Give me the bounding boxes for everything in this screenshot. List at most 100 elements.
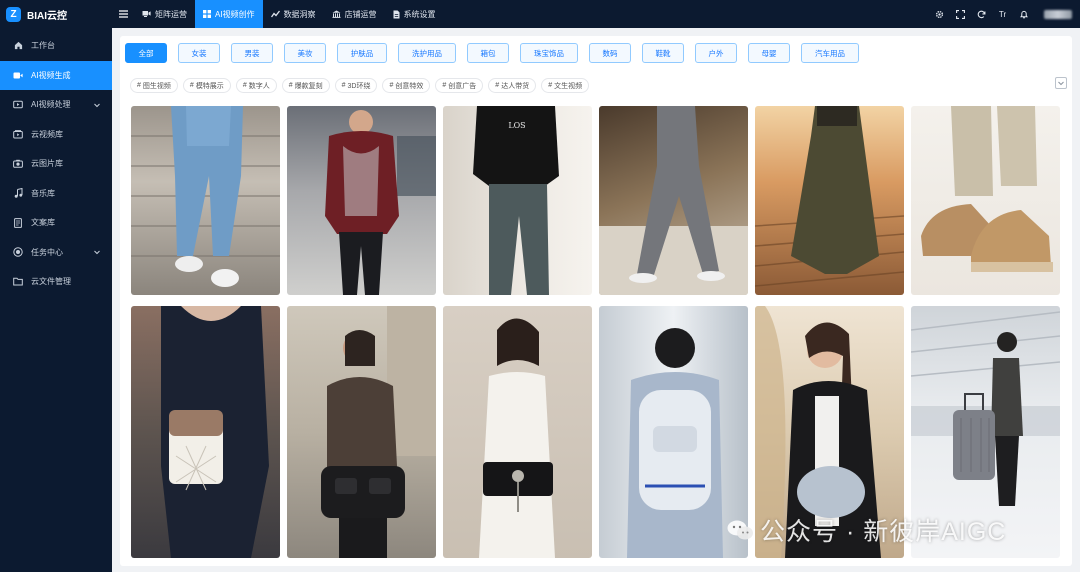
sidebar-item-cloud-file-management[interactable]: 云文件管理 <box>0 267 112 297</box>
category-chip[interactable]: 箱包 <box>467 43 509 63</box>
tab-matrix-operation[interactable]: 矩阵运营 <box>134 0 195 28</box>
category-chip[interactable]: 汽车用品 <box>801 43 859 63</box>
category-chip[interactable]: 女装 <box>178 43 220 63</box>
sidebar-item-label: 音乐库 <box>31 188 55 198</box>
sidebar-item-label: AI视频生成 <box>31 70 71 80</box>
fullscreen-icon[interactable] <box>950 0 971 28</box>
target-icon <box>13 247 23 257</box>
template-thumbnail <box>755 106 904 287</box>
trend-icon <box>270 10 280 18</box>
category-chip[interactable]: 护肤品 <box>337 43 387 63</box>
sidebar-item-label: 工作台 <box>31 41 55 51</box>
tab-system-settings[interactable]: 系统设置 <box>385 0 444 28</box>
template-thumbnail <box>161 306 269 558</box>
category-chip[interactable]: 母婴 <box>748 43 790 63</box>
sidebar-item-task-center[interactable]: 任务中心 <box>0 238 112 268</box>
tab-ai-video-creation[interactable]: AI视频创作 <box>195 0 263 28</box>
tag-chip[interactable]: # 文生视频 <box>541 78 590 93</box>
template-card-jeans-stairs[interactable] <box>131 106 280 295</box>
template-thumbnail <box>479 318 555 558</box>
tag-chip[interactable]: # 模特展示 <box>182 78 231 93</box>
tab-label: 店铺运营 <box>344 9 377 19</box>
template-thumbnail <box>131 106 280 287</box>
template-card-beige-sneakers[interactable] <box>911 106 1060 295</box>
chevron-down-icon <box>1058 81 1064 86</box>
template-card-quilted-handbag[interactable] <box>131 306 280 558</box>
category-chip-all[interactable]: 全部 <box>125 43 167 63</box>
tag-filter: # 图生视频 # 模特展示 # 数字人 # 爆款复刻 #3D环绕 # 创意特效 # 创意广告… <box>130 78 590 93</box>
chevron-down-icon <box>94 250 100 255</box>
template-thumbnail <box>325 110 436 295</box>
sidebar-item-label: AI视频处理 <box>31 100 71 110</box>
watermark-text: 公众号 · 新彼岸AIGC <box>760 518 1007 546</box>
tab-label: AI视频创作 <box>215 9 255 19</box>
tag-chip[interactable]: # 图生视频 <box>130 78 178 93</box>
sidebar-item-cloud-image-library[interactable]: 云图片库 <box>0 149 112 179</box>
sidebar-item-workbench[interactable]: 工作台 <box>0 31 112 61</box>
category-chip[interactable]: 珠宝饰品 <box>520 43 578 63</box>
template-card-white-dress-clutch[interactable] <box>443 306 592 558</box>
template-card-black-shoulder-bag[interactable] <box>287 306 436 558</box>
category-chip[interactable]: 男装 <box>231 43 273 63</box>
brand-logo[interactable]: Z BIAI云控 <box>0 0 112 28</box>
tag-chip[interactable]: # 数字人 <box>235 78 277 93</box>
category-chip[interactable]: 数码 <box>589 43 631 63</box>
category-filter: 全部 女装 男装 美妆 护肤品 洗护用品 箱包 珠宝饰品 数码 鞋靴 户外 母婴… <box>125 43 859 63</box>
tab-label: 矩阵运营 <box>155 9 187 19</box>
template-thumbnail <box>321 306 436 558</box>
tab-data-insight[interactable]: 数据洞察 <box>263 0 324 28</box>
user-avatar[interactable] <box>1044 9 1072 19</box>
video-library-icon <box>13 129 23 139</box>
brand-logo-icon: Z <box>6 6 21 22</box>
template-thumbnail <box>599 106 748 295</box>
tag-chip[interactable]: # 达人带货 <box>488 78 537 93</box>
gear-icon[interactable] <box>929 0 950 28</box>
category-chip[interactable]: 鞋靴 <box>642 43 684 63</box>
category-chip[interactable]: 洗护用品 <box>398 43 456 63</box>
settings-file-icon <box>393 10 400 18</box>
store-icon <box>332 10 341 18</box>
template-card-patterned-shirt[interactable] <box>287 106 436 295</box>
wechat-icon <box>727 520 753 540</box>
template-card-grey-trousers[interactable] <box>599 106 748 295</box>
camera-icon <box>13 159 23 169</box>
sidebar-item-label: 任务中心 <box>31 247 63 257</box>
template-card-graphic-tee[interactable]: LOS <box>443 106 592 295</box>
template-card-boardwalk-skirt[interactable] <box>755 106 904 295</box>
document-icon <box>13 217 23 228</box>
menu-toggle-icon[interactable] <box>112 0 134 28</box>
category-chip[interactable]: 美妆 <box>284 43 326 63</box>
sidebar-item-ai-video-process[interactable]: AI视频处理 <box>0 90 112 120</box>
template-thumbnail <box>921 106 1053 272</box>
sidebar-item-copywriting-library[interactable]: 文案库 <box>0 208 112 238</box>
tag-chip[interactable]: # 创意广告 <box>435 78 484 93</box>
tab-store-operation[interactable]: 店铺运营 <box>324 0 385 28</box>
sidebar-item-label: 云文件管理 <box>31 277 71 287</box>
sidebar-item-music-library[interactable]: 音乐库 <box>0 179 112 209</box>
tag-chip[interactable]: # 爆款复刻 <box>281 78 330 93</box>
sidebar-item-ai-video-generate[interactable]: AI视频生成 <box>0 60 112 90</box>
home-icon <box>13 41 23 51</box>
sidebar-item-label: 云视频库 <box>31 129 63 139</box>
tag-chip[interactable]: # 创意特效 <box>382 78 431 93</box>
music-note-icon <box>13 188 23 198</box>
font-size-icon[interactable]: Tr <box>992 0 1013 28</box>
template-thumbnail: LOS <box>473 106 559 295</box>
refresh-icon[interactable] <box>971 0 992 28</box>
grid-icon <box>203 10 211 18</box>
video-camera-icon <box>13 70 23 80</box>
tab-label: 数据洞察 <box>283 9 316 19</box>
sidebar-item-cloud-video-library[interactable]: 云视频库 <box>0 120 112 150</box>
topbar-actions: Tr <box>929 0 1080 28</box>
content-panel: 全部 女装 男装 美妆 护肤品 洗护用品 箱包 珠宝饰品 数码 鞋靴 户外 母婴… <box>120 36 1072 566</box>
video-process-icon <box>13 100 23 110</box>
folder-icon <box>13 277 23 287</box>
category-chip[interactable]: 户外 <box>695 43 737 63</box>
svg-text:LOS: LOS <box>508 121 525 130</box>
bell-icon[interactable] <box>1013 0 1034 28</box>
expand-filters-button[interactable] <box>1055 77 1067 89</box>
sidebar: Z BIAI云控 工作台 AI视频生成 AI视频处理 云视频库 云图片库 音乐库 <box>0 0 112 572</box>
tab-label: 系统设置 <box>403 9 436 19</box>
sidebar-item-label: 文案库 <box>31 218 55 228</box>
tag-chip[interactable]: #3D环绕 <box>334 78 378 93</box>
